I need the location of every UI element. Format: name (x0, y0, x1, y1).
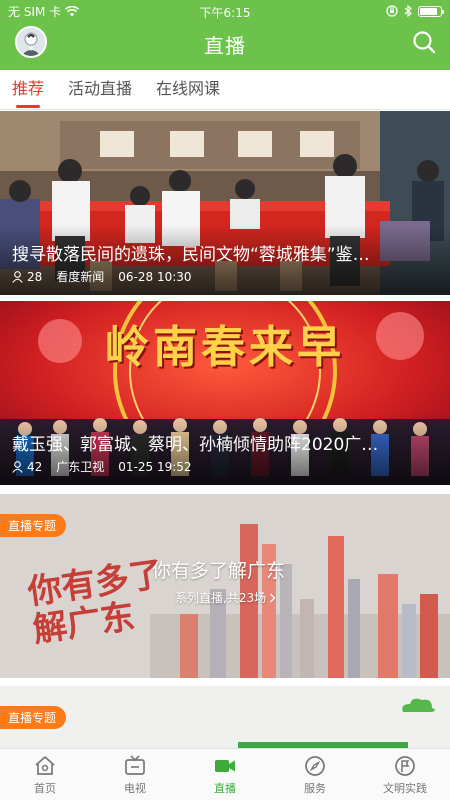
nav-service-label: 服务 (304, 781, 326, 795)
flag-circle-icon (395, 755, 415, 776)
nav-service[interactable]: 服务 (270, 749, 360, 800)
card-meta: 28 看度新闻 06-28 10:30 (12, 268, 192, 285)
app-header: 直播 (0, 22, 450, 70)
bottom-nav: 首页 电视 直播 服务 文明实践 (0, 748, 450, 800)
special-card-partial[interactable]: 直播专题 (0, 686, 450, 748)
chevron-right-icon (270, 593, 276, 602)
card-time: 01-25 19:52 (118, 459, 192, 474)
viewer-count-value: 28 (27, 269, 43, 284)
status-time: 下午6:15 (199, 6, 251, 20)
viewer-count: 28 (12, 270, 42, 284)
special-subtitle: 系列直播,共23场 (175, 591, 267, 605)
page-title: 直播 (204, 34, 246, 58)
video-camera-icon (215, 759, 235, 772)
tab-event-live[interactable]: 活动直播 (68, 70, 132, 110)
card-meta: 42 广东卫视 01-25 19:52 (12, 458, 192, 475)
status-bar: 无 SIM 卡 下午6:15 (0, 0, 450, 22)
viewer-count: 42 (12, 460, 42, 474)
battery-icon (418, 5, 444, 17)
search-icon[interactable] (410, 28, 438, 56)
nav-live-label: 直播 (214, 781, 236, 795)
card-title: 戴玉强、郭富城、蔡明、孙楠倾情助阵2020广… (12, 435, 379, 455)
nav-tv-label: 电视 (124, 781, 146, 795)
compass-icon (305, 755, 325, 776)
battery-level (420, 7, 437, 15)
special-title: 你有多了解广东 (152, 560, 286, 582)
special-card-guangdong[interactable]: 你有多了解广东 直播专题 你有多了解广东 系列直播,共23场 (0, 494, 450, 678)
card-title: 搜寻散落民间的遗珠，民间文物“蓉城雅集”鉴… (12, 245, 370, 265)
gala-banner-text: 岭南春来早 (105, 322, 345, 373)
tab-recommend[interactable]: 推荐 (12, 70, 44, 110)
special-subtitle-row: 系列直播,共23场 (175, 589, 276, 606)
app-root: 无 SIM 卡 下午6:15 直播 推荐 活动直播 在线网课 搜寻散落民间的遗珠… (0, 0, 450, 800)
feed-card-spring-gala[interactable]: 岭南春来早 戴玉强、郭富城、蔡明、孙楠倾情助阵2020广… 42 广东卫视 01… (0, 301, 450, 485)
category-tabs: 推荐 活动直播 在线网课 (0, 70, 450, 110)
card-source: 广东卫视 (56, 460, 105, 474)
nav-civilization[interactable]: 文明实践 (360, 749, 450, 800)
special-badge: 直播专题 (0, 514, 67, 537)
person-icon (12, 460, 23, 473)
tv-icon (125, 754, 145, 775)
nav-tv[interactable]: 电视 (90, 749, 180, 800)
nav-home-label: 首页 (34, 781, 56, 795)
card-time: 06-28 10:30 (118, 269, 192, 284)
cloud-decoration-icon (402, 698, 435, 712)
special-badge: 直播专题 (0, 706, 67, 729)
viewer-count-value: 42 (27, 459, 43, 474)
nav-civilization-label: 文明实践 (383, 781, 427, 795)
tab-online-course[interactable]: 在线网课 (156, 70, 220, 110)
nav-home[interactable]: 首页 (0, 749, 90, 800)
card-source: 看度新闻 (56, 270, 105, 284)
top-bar: 无 SIM 卡 下午6:15 直播 (0, 0, 450, 70)
person-icon (12, 270, 23, 283)
nav-live[interactable]: 直播 (180, 749, 270, 800)
home-icon (35, 755, 55, 775)
feed-card-relic-appraisal[interactable]: 搜寻散落民间的遗珠，民间文物“蓉城雅集”鉴… 28 看度新闻 06-28 10:… (0, 111, 450, 295)
